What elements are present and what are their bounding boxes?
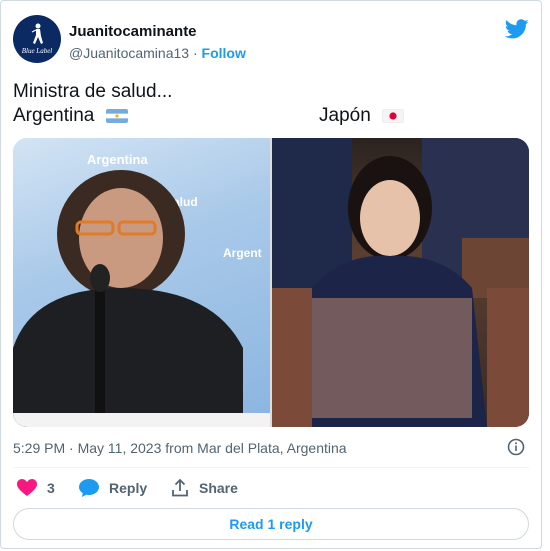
walking-man-icon bbox=[31, 23, 43, 44]
like-count: 3 bbox=[47, 480, 55, 496]
author-handle-row: @Juanitocamina13 · Follow bbox=[69, 45, 246, 61]
tweet-header: Blue Label Juanitocaminante @Juanitocami… bbox=[13, 15, 529, 65]
speech-bubble-icon bbox=[79, 479, 99, 497]
label-japon: Japón bbox=[319, 105, 371, 126]
minister-figure-illustration bbox=[13, 170, 270, 427]
like-button[interactable]: 3 bbox=[17, 479, 55, 497]
tweet-text-line2: Argentina Japón bbox=[13, 105, 405, 127]
photo-japan-minister[interactable] bbox=[272, 138, 529, 427]
heart-icon bbox=[17, 479, 37, 496]
read-replies-button[interactable]: Read 1 reply bbox=[13, 508, 529, 540]
tweet-text-line1: Ministra de salud... bbox=[13, 81, 173, 102]
tweet-card: Blue Label Juanitocaminante @Juanitocami… bbox=[0, 0, 542, 549]
avatar[interactable]: Blue Label bbox=[13, 15, 61, 63]
minister-figure-illustration-2 bbox=[272, 138, 529, 427]
info-icon[interactable] bbox=[507, 438, 525, 456]
reply-button[interactable]: Reply bbox=[79, 479, 147, 497]
tweet-media[interactable]: Argentina Salud Argent bbox=[13, 138, 529, 427]
share-button[interactable]: Share bbox=[171, 479, 238, 497]
divider bbox=[13, 467, 529, 468]
follow-button[interactable]: Follow bbox=[202, 45, 246, 61]
label-japon-group: Japón bbox=[319, 105, 405, 127]
avatar-brand-text: Blue Label bbox=[21, 47, 53, 55]
tweet-timestamp[interactable]: 5:29 PM · May 11, 2023 from Mar del Plat… bbox=[13, 440, 347, 456]
share-icon bbox=[172, 479, 188, 497]
author-handle[interactable]: @Juanitocamina13 bbox=[69, 45, 189, 61]
label-argentina: Argentina bbox=[13, 105, 95, 126]
separator-dot: · bbox=[192, 45, 198, 61]
japan-flag-icon bbox=[382, 108, 405, 123]
photo-argentina-minister[interactable]: Argentina Salud Argent bbox=[13, 138, 270, 427]
reply-label: Reply bbox=[109, 480, 148, 496]
share-label: Share bbox=[199, 480, 238, 496]
author-name[interactable]: Juanitocaminante bbox=[69, 23, 197, 40]
argentina-flag-icon bbox=[105, 108, 128, 123]
twitter-bird-icon[interactable] bbox=[505, 19, 529, 41]
